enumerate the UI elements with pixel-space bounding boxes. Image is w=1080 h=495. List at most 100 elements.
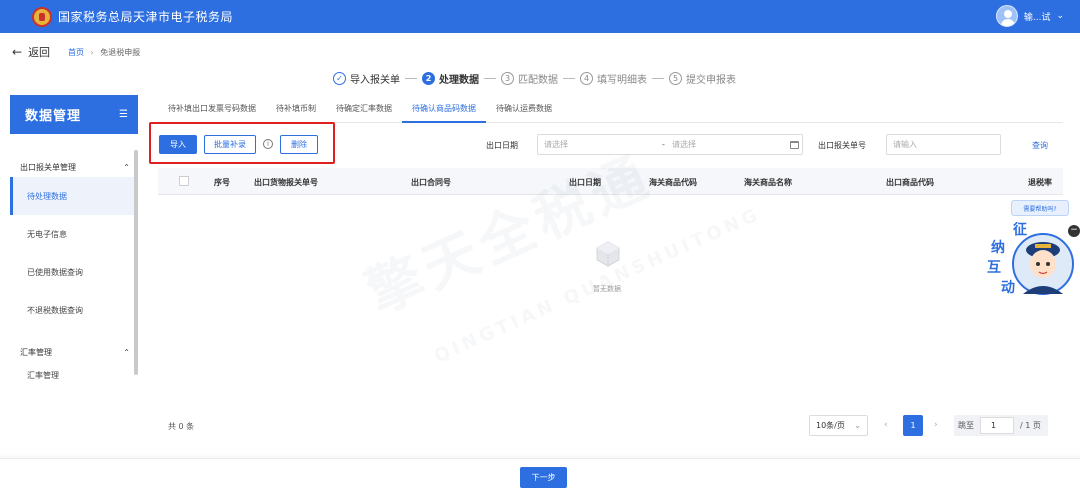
current-page-button[interactable]: 1 bbox=[903, 415, 923, 436]
user-menu[interactable]: 输...试 ⌄ bbox=[995, 5, 1064, 27]
column-header: 出口商品代码 bbox=[886, 178, 934, 187]
chevron-down-icon: ⌄ bbox=[854, 421, 861, 430]
batch-supplement-button[interactable]: 批量补录 bbox=[204, 135, 256, 154]
chevron-up-icon: ⌃ bbox=[123, 347, 130, 357]
date-end-placeholder[interactable]: 请选择 bbox=[672, 139, 788, 150]
step-number: 2 bbox=[422, 72, 435, 85]
back-label: 返回 bbox=[28, 46, 51, 59]
close-helper-icon[interactable]: − bbox=[1068, 225, 1080, 237]
sidebar-item-no-electronic-info[interactable]: 无电子信息 bbox=[10, 215, 138, 253]
column-header: 出口货物报关单号 bbox=[254, 178, 318, 187]
step-1: ✓ 导入报关单 bbox=[333, 71, 400, 86]
total-pages: / 1 页 bbox=[1020, 421, 1041, 430]
tab-exchange-rate[interactable]: 待确定汇率数据 bbox=[326, 98, 402, 123]
date-range-separator: - bbox=[662, 140, 665, 149]
mascot-char: 动 bbox=[1001, 279, 1015, 296]
page-size-value: 10条/页 bbox=[816, 421, 845, 430]
column-header: 海关商品代码 bbox=[649, 178, 697, 187]
prev-page-icon[interactable]: ‹ bbox=[884, 420, 888, 430]
top-bar: 国家税务总局天津市电子税务局 输...试 ⌄ bbox=[0, 0, 1080, 33]
assistant-mascot-icon[interactable]: 征 纳 互 动 bbox=[985, 222, 1075, 300]
step-label: 导入报关单 bbox=[350, 75, 400, 86]
sidebar-group-customs[interactable]: 出口报关单管理 ⌃ bbox=[10, 157, 138, 177]
select-all-checkbox[interactable] bbox=[179, 176, 189, 186]
sidebar-header: 数据管理 ☰ bbox=[10, 95, 138, 134]
jump-label: 跳至 bbox=[958, 421, 974, 430]
step-number: 3 bbox=[501, 72, 514, 85]
username[interactable]: 输...试 bbox=[1024, 10, 1051, 23]
step-label: 匹配数据 bbox=[518, 75, 558, 86]
arrow-left-icon: ← bbox=[12, 45, 23, 59]
tab-freight[interactable]: 待确认运费数据 bbox=[486, 98, 562, 123]
page-size-select[interactable]: 10条/页 ⌄ bbox=[809, 415, 868, 436]
empty-text: 暂无数据 bbox=[593, 285, 621, 293]
customs-number-label: 出口报关单号 bbox=[818, 141, 866, 150]
sidebar-item-pending[interactable]: 待处理数据 bbox=[10, 177, 138, 215]
step-divider bbox=[563, 78, 575, 79]
column-header: 退税率 bbox=[1028, 178, 1052, 187]
breadcrumb-separator: › bbox=[90, 48, 94, 57]
delete-button[interactable]: 删除 bbox=[280, 135, 318, 154]
calendar-icon[interactable] bbox=[790, 140, 799, 149]
step-label: 提交申报表 bbox=[686, 75, 736, 86]
sidebar-scrollbar[interactable] bbox=[134, 150, 138, 375]
app-title: 国家税务总局天津市电子税务局 bbox=[58, 10, 234, 24]
customs-number-input[interactable] bbox=[886, 134, 1001, 155]
sidebar-group-label: 出口报关单管理 bbox=[20, 162, 76, 172]
mascot-char: 征 bbox=[1013, 222, 1027, 238]
back-button[interactable]: ← 返回 bbox=[12, 44, 50, 60]
export-date-label: 出口日期 bbox=[486, 141, 518, 150]
mascot-char: 纳 bbox=[991, 239, 1005, 256]
help-bubble[interactable]: 需要帮助吗? bbox=[1011, 200, 1069, 216]
jump-page-input[interactable]: 1 bbox=[980, 417, 1014, 434]
breadcrumb: 首页 › 免退税申报 bbox=[68, 47, 140, 58]
date-start-placeholder[interactable]: 请选择 bbox=[544, 139, 662, 150]
sidebar-item-no-refund-query[interactable]: 不退税数据查询 bbox=[10, 291, 138, 329]
column-header: 序号 bbox=[214, 178, 230, 187]
info-icon[interactable]: i bbox=[263, 139, 273, 149]
user-avatar-icon[interactable] bbox=[995, 5, 1018, 27]
breadcrumb-current: 免退税申报 bbox=[100, 48, 141, 57]
step-divider bbox=[405, 78, 417, 79]
tab-commodity-code[interactable]: 待确认商品码数据 bbox=[402, 98, 486, 123]
sidebar-item-used-data-query[interactable]: 已使用数据查询 bbox=[10, 253, 138, 291]
column-header: 海关商品名称 bbox=[744, 178, 792, 187]
step-number: 4 bbox=[580, 72, 593, 85]
next-step-button[interactable]: 下一步 bbox=[520, 467, 567, 488]
sidebar-title: 数据管理 bbox=[25, 109, 82, 124]
sidebar-item-exchange-rate[interactable]: 汇率管理 bbox=[10, 362, 138, 388]
chevron-down-icon[interactable]: ⌄ bbox=[1056, 11, 1064, 21]
step-divider bbox=[484, 78, 496, 79]
step-check-icon: ✓ bbox=[333, 72, 346, 85]
sidebar-group-exchange-rate[interactable]: 汇率管理 ⌃ bbox=[10, 342, 138, 362]
step-2: 2 处理数据 bbox=[422, 71, 479, 86]
column-header: 出口日期 bbox=[569, 178, 601, 187]
breadcrumb-home[interactable]: 首页 bbox=[68, 48, 84, 57]
sidebar-group-label: 汇率管理 bbox=[20, 347, 52, 357]
step-label: 处理数据 bbox=[439, 75, 479, 86]
table-header: 序号 出口货物报关单号 出口合同号 出口日期 海关商品代码 海关商品名称 出口商… bbox=[158, 168, 1063, 195]
mascot-char: 互 bbox=[987, 260, 1001, 276]
page-jumper: 跳至 1 / 1 页 bbox=[954, 415, 1048, 436]
sidebar: 数据管理 ☰ 出口报关单管理 ⌃ 待处理数据 无电子信息 已使用数据查询 不退税… bbox=[10, 95, 138, 405]
watermark: 擎天全税通 bbox=[357, 143, 662, 326]
tax-emblem-icon bbox=[32, 6, 52, 27]
export-date-range-picker[interactable]: 请选择 - 请选择 bbox=[537, 134, 803, 155]
step-progress: ✓ 导入报关单 2 处理数据 3 匹配数据 4 填写明细表 5 提交申报表 bbox=[333, 71, 736, 86]
tab-currency[interactable]: 待补填币制 bbox=[266, 98, 326, 123]
total-count: 共 0 条 bbox=[168, 422, 195, 431]
data-tabs: 待补填出口发票号码数据 待补填币制 待确定汇率数据 待确认商品码数据 待确认运费… bbox=[158, 98, 1063, 123]
column-header: 出口合同号 bbox=[411, 178, 451, 187]
next-page-icon[interactable]: › bbox=[934, 420, 938, 430]
step-divider bbox=[652, 78, 664, 79]
import-button[interactable]: 导入 bbox=[159, 135, 197, 154]
empty-box-icon bbox=[596, 241, 620, 267]
query-button[interactable]: 查询 bbox=[1032, 140, 1048, 151]
step-4: 4 填写明细表 bbox=[580, 71, 647, 86]
step-3: 3 匹配数据 bbox=[501, 71, 558, 86]
tab-invoice-number[interactable]: 待补填出口发票号码数据 bbox=[158, 98, 266, 123]
menu-collapse-icon[interactable]: ☰ bbox=[119, 109, 128, 120]
step-label: 填写明细表 bbox=[597, 75, 647, 86]
chevron-up-icon: ⌃ bbox=[123, 162, 130, 172]
step-number: 5 bbox=[669, 72, 682, 85]
